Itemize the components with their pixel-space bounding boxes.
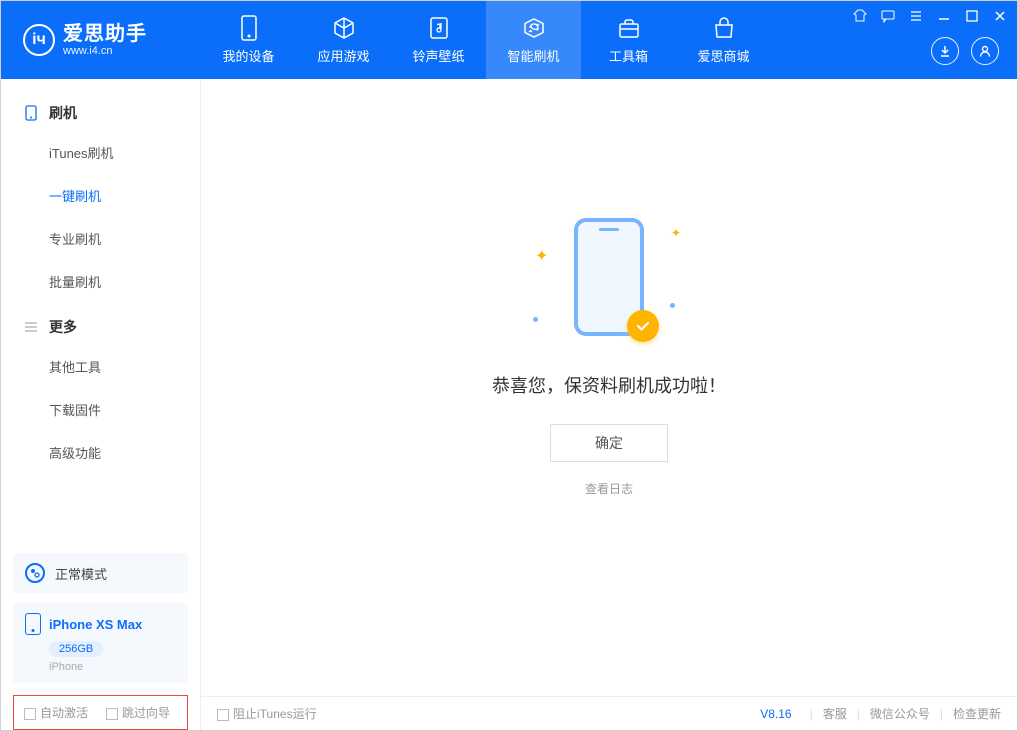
version-label: V8.16: [760, 707, 791, 721]
sidebar-item-itunes-flash[interactable]: iTunes刷机: [1, 131, 200, 174]
footer-link-wechat[interactable]: 微信公众号: [870, 705, 930, 722]
success-illustration: ✦ ✦: [529, 218, 689, 348]
cube-icon: [332, 16, 356, 40]
sidebar-section-more: 更多: [1, 303, 200, 345]
nav-label: 我的设备: [222, 46, 274, 65]
ok-button[interactable]: 确定: [550, 424, 668, 462]
mode-icon: [25, 563, 45, 583]
nav-tab-device[interactable]: 我的设备: [201, 1, 296, 79]
dot-icon: [533, 317, 538, 322]
body: 刷机 iTunes刷机 一键刷机 专业刷机 批量刷机 更多 其他工具 下载固件 …: [1, 79, 1017, 730]
device-card[interactable]: iPhone XS Max 256GB iPhone: [13, 603, 188, 683]
footer-link-update[interactable]: 检查更新: [953, 705, 1001, 722]
sidebar-bottom: 正常模式 iPhone XS Max 256GB iPhone: [1, 553, 200, 695]
footer-link-support[interactable]: 客服: [823, 705, 847, 722]
device-icon: [25, 613, 41, 635]
nav-label: 工具箱: [609, 46, 648, 65]
device-capacity: 256GB: [49, 641, 103, 657]
mode-label: 正常模式: [55, 564, 107, 583]
nav-tab-toolbox[interactable]: 工具箱: [581, 1, 676, 79]
app-name-cn: 爱思助手: [63, 23, 147, 45]
logo-icon: iч: [23, 24, 55, 56]
mode-card[interactable]: 正常模式: [13, 553, 188, 593]
view-log-link[interactable]: 查看日志: [585, 480, 633, 497]
device-name: iPhone XS Max: [49, 617, 142, 632]
nav-tab-store[interactable]: 爱思商城: [676, 1, 771, 79]
success-message: 恭喜您，保资料刷机成功啦！: [492, 372, 726, 398]
check-badge-icon: [627, 310, 659, 342]
refresh-icon: [522, 16, 546, 40]
nav-label: 铃声壁纸: [412, 46, 464, 65]
checkbox-auto-activate[interactable]: 自动激活: [24, 704, 88, 721]
checkbox-skip-guide[interactable]: 跳过向导: [106, 704, 170, 721]
minimize-button[interactable]: [935, 7, 953, 25]
nav-tabs: 我的设备 应用游戏 铃声壁纸 智能刷机 工具箱 爱思商城: [201, 1, 771, 79]
device-type: iPhone: [49, 661, 176, 673]
checkbox-label: 跳过向导: [122, 706, 170, 720]
footer: 阻止iTunes运行 V8.16 | 客服 | 微信公众号 | 检查更新: [201, 696, 1017, 730]
logo: iч 爱思助手 www.i4.cn: [1, 1, 201, 79]
app-name-en: www.i4.cn: [63, 45, 147, 57]
user-button[interactable]: [971, 37, 999, 65]
sidebar-item-download-firmware[interactable]: 下载固件: [1, 388, 200, 431]
feedback-icon[interactable]: [879, 7, 897, 25]
sidebar: 刷机 iTunes刷机 一键刷机 专业刷机 批量刷机 更多 其他工具 下载固件 …: [1, 79, 201, 730]
checkbox-row: 自动激活 跳过向导: [13, 695, 188, 730]
nav-label: 应用游戏: [317, 46, 369, 65]
nav-tab-apps[interactable]: 应用游戏: [296, 1, 391, 79]
device-icon: [237, 16, 261, 40]
nav-label: 智能刷机: [507, 46, 559, 65]
checkbox-block-itunes[interactable]: 阻止iTunes运行: [217, 705, 317, 722]
store-icon: [712, 16, 736, 40]
main: ✦ ✦ 恭喜您，保资料刷机成功啦！ 确定 查看日志 阻止iTunes运行: [201, 79, 1017, 730]
content: ✦ ✦ 恭喜您，保资料刷机成功啦！ 确定 查看日志: [201, 79, 1017, 696]
nav-label: 爱思商城: [697, 46, 749, 65]
section-title: 刷机: [49, 103, 77, 123]
sparkle-icon: ✦: [671, 226, 681, 240]
phone-icon: [23, 105, 39, 121]
header-actions: [931, 37, 999, 65]
sidebar-item-batch-flash[interactable]: 批量刷机: [1, 260, 200, 303]
window-controls: [851, 7, 1009, 25]
download-button[interactable]: [931, 37, 959, 65]
sidebar-item-oneclick-flash[interactable]: 一键刷机: [1, 174, 200, 217]
dot-icon: [670, 303, 675, 308]
sidebar-scroll: 刷机 iTunes刷机 一键刷机 专业刷机 批量刷机 更多 其他工具 下载固件 …: [1, 79, 200, 553]
checkbox-label: 阻止iTunes运行: [233, 707, 317, 721]
app-window: iч 爱思助手 www.i4.cn 我的设备 应用游戏 铃声壁纸 智能刷机: [0, 0, 1018, 731]
nav-tab-ringtones[interactable]: 铃声壁纸: [391, 1, 486, 79]
sparkle-icon: ✦: [535, 246, 548, 266]
checkbox-label: 自动激活: [40, 706, 88, 720]
music-icon: [427, 16, 451, 40]
toolbox-icon: [617, 16, 641, 40]
section-title: 更多: [49, 317, 77, 337]
tshirt-icon[interactable]: [851, 7, 869, 25]
menu-icon[interactable]: [907, 7, 925, 25]
maximize-button[interactable]: [963, 7, 981, 25]
sidebar-section-flash: 刷机: [1, 89, 200, 131]
header: iч 爱思助手 www.i4.cn 我的设备 应用游戏 铃声壁纸 智能刷机: [1, 1, 1017, 79]
sidebar-item-other-tools[interactable]: 其他工具: [1, 345, 200, 388]
sidebar-item-advanced[interactable]: 高级功能: [1, 431, 200, 474]
sidebar-item-pro-flash[interactable]: 专业刷机: [1, 217, 200, 260]
close-button[interactable]: [991, 7, 1009, 25]
list-icon: [23, 319, 39, 335]
nav-tab-flash[interactable]: 智能刷机: [486, 1, 581, 79]
